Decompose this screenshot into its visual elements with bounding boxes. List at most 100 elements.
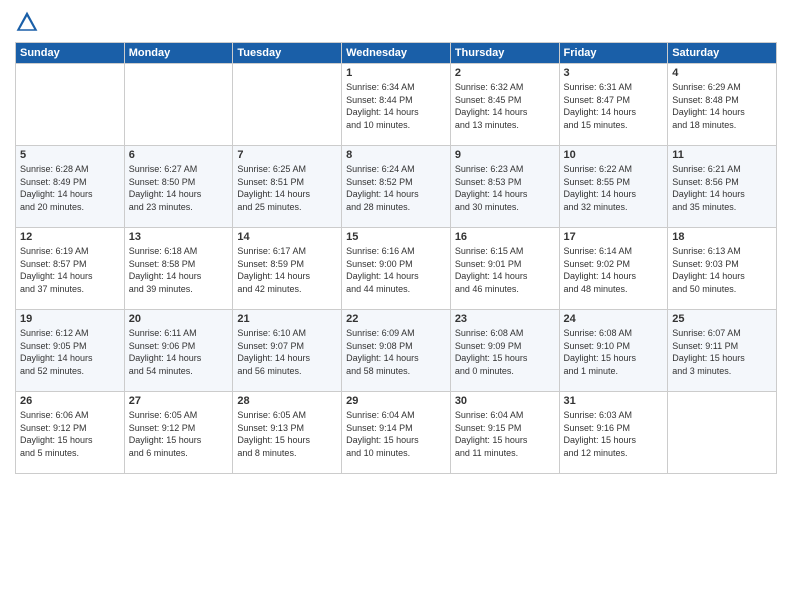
day-info: Sunrise: 6:07 AM Sunset: 9:11 PM Dayligh… [672, 327, 772, 377]
table-row: 24 Sunrise: 6:08 AM Sunset: 9:10 PM Dayli… [559, 310, 668, 392]
day-info: Sunrise: 6:29 AM Sunset: 8:48 PM Dayligh… [672, 81, 772, 131]
table-row: 4 Sunrise: 6:29 AM Sunset: 8:48 PM Daylig… [668, 64, 777, 146]
day-info: Sunrise: 6:27 AM Sunset: 8:50 PM Dayligh… [129, 163, 229, 213]
day-number: 10 [564, 149, 664, 161]
day-number: 22 [346, 313, 446, 325]
day-number: 17 [564, 231, 664, 243]
day-number: 20 [129, 313, 229, 325]
day-info: Sunrise: 6:09 AM Sunset: 9:08 PM Dayligh… [346, 327, 446, 377]
table-row: 30 Sunrise: 6:04 AM Sunset: 9:15 PM Dayli… [450, 392, 559, 474]
day-number: 12 [20, 231, 120, 243]
table-row: 22 Sunrise: 6:09 AM Sunset: 9:08 PM Dayli… [342, 310, 451, 392]
day-number: 14 [237, 231, 337, 243]
day-number: 2 [455, 67, 555, 79]
day-info: Sunrise: 6:25 AM Sunset: 8:51 PM Dayligh… [237, 163, 337, 213]
day-number: 6 [129, 149, 229, 161]
table-row: 10 Sunrise: 6:22 AM Sunset: 8:55 PM Dayli… [559, 146, 668, 228]
day-number: 30 [455, 395, 555, 407]
header [15, 10, 777, 34]
table-row: 28 Sunrise: 6:05 AM Sunset: 9:13 PM Dayli… [233, 392, 342, 474]
day-number: 15 [346, 231, 446, 243]
day-number: 31 [564, 395, 664, 407]
table-row: 3 Sunrise: 6:31 AM Sunset: 8:47 PM Daylig… [559, 64, 668, 146]
day-number: 29 [346, 395, 446, 407]
day-number: 26 [20, 395, 120, 407]
table-row: 11 Sunrise: 6:21 AM Sunset: 8:56 PM Dayli… [668, 146, 777, 228]
col-wednesday: Wednesday [342, 43, 451, 64]
day-number: 11 [672, 149, 772, 161]
day-number: 4 [672, 67, 772, 79]
day-info: Sunrise: 6:06 AM Sunset: 9:12 PM Dayligh… [20, 409, 120, 459]
table-row: 29 Sunrise: 6:04 AM Sunset: 9:14 PM Dayli… [342, 392, 451, 474]
day-info: Sunrise: 6:11 AM Sunset: 9:06 PM Dayligh… [129, 327, 229, 377]
col-sunday: Sunday [16, 43, 125, 64]
col-tuesday: Tuesday [233, 43, 342, 64]
table-row: 16 Sunrise: 6:15 AM Sunset: 9:01 PM Dayli… [450, 228, 559, 310]
table-row: 31 Sunrise: 6:03 AM Sunset: 9:16 PM Dayli… [559, 392, 668, 474]
day-number: 27 [129, 395, 229, 407]
day-number: 16 [455, 231, 555, 243]
table-row: 20 Sunrise: 6:11 AM Sunset: 9:06 PM Dayli… [124, 310, 233, 392]
table-row: 15 Sunrise: 6:16 AM Sunset: 9:00 PM Dayli… [342, 228, 451, 310]
day-number: 5 [20, 149, 120, 161]
col-friday: Friday [559, 43, 668, 64]
day-info: Sunrise: 6:04 AM Sunset: 9:15 PM Dayligh… [455, 409, 555, 459]
table-row: 1Sunrise: 6:34 AM Sunset: 8:44 PM Daylig… [342, 64, 451, 146]
day-info: Sunrise: 6:18 AM Sunset: 8:58 PM Dayligh… [129, 245, 229, 295]
day-info: Sunrise: 6:19 AM Sunset: 8:57 PM Dayligh… [20, 245, 120, 295]
day-number: 7 [237, 149, 337, 161]
day-info: Sunrise: 6:04 AM Sunset: 9:14 PM Dayligh… [346, 409, 446, 459]
calendar-week-row: 19Sunrise: 6:12 AM Sunset: 9:05 PM Dayli… [16, 310, 777, 392]
table-row: 18 Sunrise: 6:13 AM Sunset: 9:03 PM Dayli… [668, 228, 777, 310]
col-thursday: Thursday [450, 43, 559, 64]
day-number: 28 [237, 395, 337, 407]
day-number: 25 [672, 313, 772, 325]
day-info: Sunrise: 6:10 AM Sunset: 9:07 PM Dayligh… [237, 327, 337, 377]
table-row: 8Sunrise: 6:24 AM Sunset: 8:52 PM Daylig… [342, 146, 451, 228]
day-number: 8 [346, 149, 446, 161]
day-info: Sunrise: 6:31 AM Sunset: 8:47 PM Dayligh… [564, 81, 664, 131]
day-info: Sunrise: 6:16 AM Sunset: 9:00 PM Dayligh… [346, 245, 446, 295]
logo [15, 10, 43, 34]
day-number: 3 [564, 67, 664, 79]
table-row: 6 Sunrise: 6:27 AM Sunset: 8:50 PM Daylig… [124, 146, 233, 228]
day-number: 13 [129, 231, 229, 243]
table-row: 23Sunrise: 6:08 AM Sunset: 9:09 PM Dayli… [450, 310, 559, 392]
table-row: 7 Sunrise: 6:25 AM Sunset: 8:51 PM Daylig… [233, 146, 342, 228]
table-row: 19Sunrise: 6:12 AM Sunset: 9:05 PM Dayli… [16, 310, 125, 392]
day-number: 21 [237, 313, 337, 325]
day-number: 1 [346, 67, 446, 79]
day-info: Sunrise: 6:05 AM Sunset: 9:13 PM Dayligh… [237, 409, 337, 459]
table-row: 26 Sunrise: 6:06 AM Sunset: 9:12 PM Dayli… [16, 392, 125, 474]
calendar-table: Sunday Monday Tuesday Wednesday Thursday… [15, 42, 777, 474]
day-info: Sunrise: 6:32 AM Sunset: 8:45 PM Dayligh… [455, 81, 555, 131]
table-row [16, 64, 125, 146]
logo-icon [15, 10, 39, 34]
day-info: Sunrise: 6:21 AM Sunset: 8:56 PM Dayligh… [672, 163, 772, 213]
day-info: Sunrise: 6:22 AM Sunset: 8:55 PM Dayligh… [564, 163, 664, 213]
day-info: Sunrise: 6:03 AM Sunset: 9:16 PM Dayligh… [564, 409, 664, 459]
table-row [233, 64, 342, 146]
calendar-week-row: 12 Sunrise: 6:19 AM Sunset: 8:57 PM Dayli… [16, 228, 777, 310]
day-info: Sunrise: 6:08 AM Sunset: 9:10 PM Dayligh… [564, 327, 664, 377]
table-row: 27 Sunrise: 6:05 AM Sunset: 9:12 PM Dayli… [124, 392, 233, 474]
calendar-week-row: 5 Sunrise: 6:28 AM Sunset: 8:49 PM Daylig… [16, 146, 777, 228]
day-info: Sunrise: 6:28 AM Sunset: 8:49 PM Dayligh… [20, 163, 120, 213]
table-row: 14 Sunrise: 6:17 AM Sunset: 8:59 PM Dayli… [233, 228, 342, 310]
calendar-week-row: 26 Sunrise: 6:06 AM Sunset: 9:12 PM Dayli… [16, 392, 777, 474]
day-number: 23 [455, 313, 555, 325]
calendar-week-row: 1Sunrise: 6:34 AM Sunset: 8:44 PM Daylig… [16, 64, 777, 146]
table-row: 13 Sunrise: 6:18 AM Sunset: 8:58 PM Dayli… [124, 228, 233, 310]
day-number: 24 [564, 313, 664, 325]
day-info: Sunrise: 6:17 AM Sunset: 8:59 PM Dayligh… [237, 245, 337, 295]
day-info: Sunrise: 6:15 AM Sunset: 9:01 PM Dayligh… [455, 245, 555, 295]
day-info: Sunrise: 6:05 AM Sunset: 9:12 PM Dayligh… [129, 409, 229, 459]
day-info: Sunrise: 6:13 AM Sunset: 9:03 PM Dayligh… [672, 245, 772, 295]
day-info: Sunrise: 6:12 AM Sunset: 9:05 PM Dayligh… [20, 327, 120, 377]
col-saturday: Saturday [668, 43, 777, 64]
day-info: Sunrise: 6:14 AM Sunset: 9:02 PM Dayligh… [564, 245, 664, 295]
day-number: 18 [672, 231, 772, 243]
page: Sunday Monday Tuesday Wednesday Thursday… [0, 0, 792, 612]
calendar-header-row: Sunday Monday Tuesday Wednesday Thursday… [16, 43, 777, 64]
table-row: 9Sunrise: 6:23 AM Sunset: 8:53 PM Daylig… [450, 146, 559, 228]
